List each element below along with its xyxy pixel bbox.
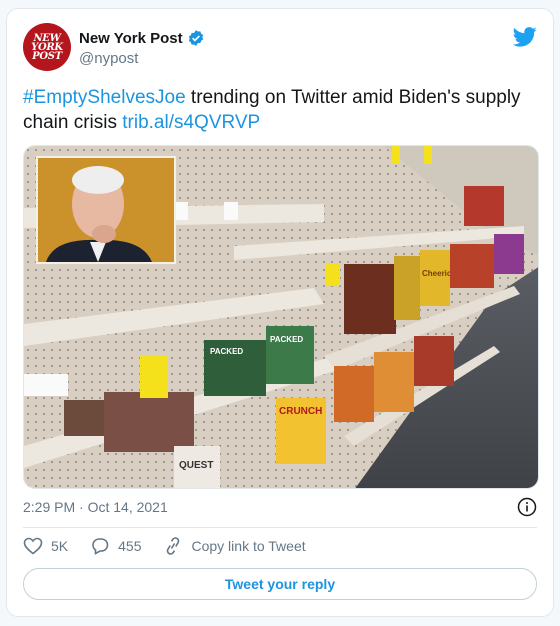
copy-link-label: Copy link to Tweet [191, 538, 306, 554]
comment-icon [92, 538, 109, 555]
tweet-timestamp[interactable]: 2:29 PM · Oct 14, 2021 [23, 499, 168, 515]
name-row: New York Post [79, 29, 205, 47]
tweet-card: NEW YORK POST New York Post @nypost #Emp… [6, 8, 554, 617]
hashtag-link[interactable]: #EmptyShelvesJoe [23, 87, 186, 108]
divider [23, 527, 537, 528]
avatar[interactable]: NEW YORK POST [23, 23, 71, 71]
like-button[interactable]: 5K [23, 537, 68, 555]
reply-count: 455 [118, 538, 142, 554]
avatar-logo-text: NEW YORK POST [31, 32, 63, 62]
copy-link-button[interactable]: Copy link to Tweet [163, 537, 306, 555]
twitter-bird-icon[interactable] [513, 27, 537, 47]
reply-action[interactable]: 455 [90, 537, 141, 555]
like-count: 5K [51, 538, 69, 554]
quest-box-label: QUEST [179, 460, 213, 471]
display-name[interactable]: New York Post [79, 30, 183, 47]
snack-box-label: PACKED [210, 347, 243, 356]
info-icon[interactable] [517, 497, 537, 517]
tweet-url-link[interactable]: trib.al/s4QVRVP [122, 112, 260, 133]
tweet-photo[interactable]: Cheerios PACKED PACKED CRUNCH QUEST [23, 145, 539, 489]
verified-badge-icon [188, 30, 203, 46]
link-icon [167, 537, 180, 555]
empty-shelves-photo: Cheerios PACKED PACKED CRUNCH QUEST [24, 146, 538, 488]
heart-icon [23, 537, 43, 555]
tweet-text: #EmptyShelvesJoe trending on Twitter ami… [23, 85, 533, 135]
tweet-your-reply-button[interactable]: Tweet your reply [23, 568, 537, 600]
crunch-box-label: CRUNCH [279, 406, 322, 417]
handle[interactable]: @nypost [79, 50, 138, 67]
snack-box-label-2: PACKED [270, 335, 303, 344]
tweet-actions: 5K 455 Copy link to Tweet [23, 537, 328, 555]
